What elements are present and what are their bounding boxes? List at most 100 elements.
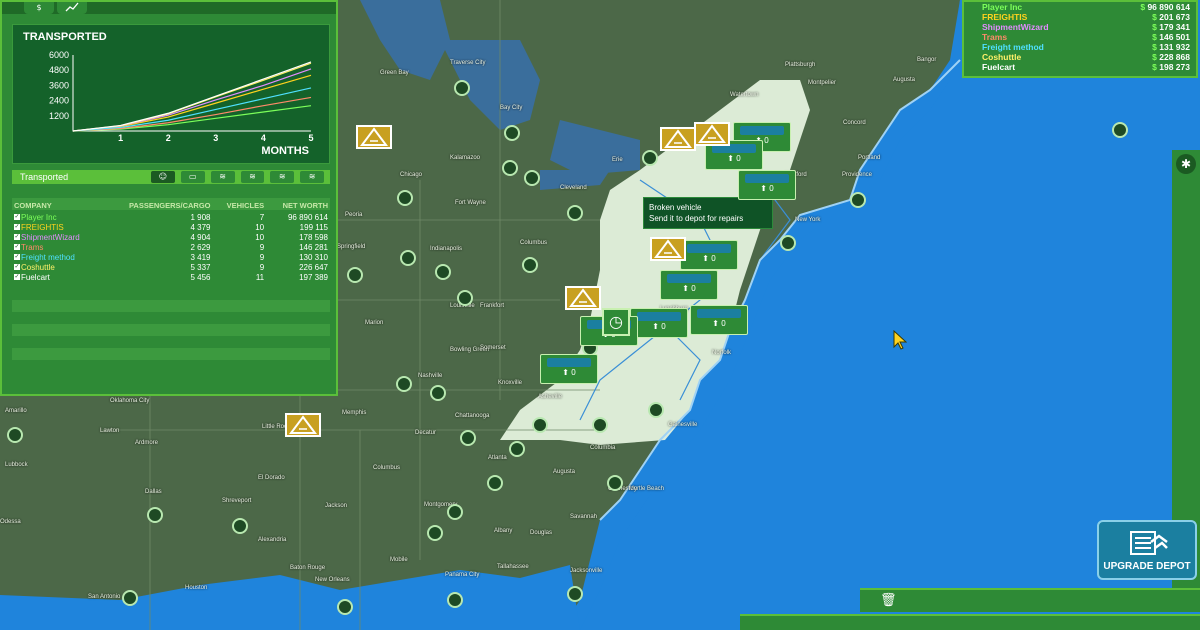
- city-label[interactable]: Mobile: [390, 557, 408, 563]
- city-label[interactable]: Portland: [858, 155, 880, 161]
- city-depot-icon[interactable]: [447, 592, 463, 608]
- city-label[interactable]: Watertown: [730, 92, 758, 98]
- city-label[interactable]: Baton Rouge: [290, 565, 325, 571]
- checkbox-icon[interactable]: ✓: [14, 244, 20, 251]
- city-label[interactable]: Oklahoma City: [110, 398, 149, 404]
- city-label[interactable]: Odessa: [0, 519, 21, 525]
- city-depot-icon[interactable]: [232, 518, 248, 534]
- city-label[interactable]: Houston: [185, 585, 207, 591]
- city-label[interactable]: Somerset: [480, 345, 506, 351]
- city-label[interactable]: Fort Wayne: [455, 200, 486, 206]
- city-depot-icon[interactable]: [509, 441, 525, 457]
- city-depot-icon[interactable]: [850, 192, 866, 208]
- city-label[interactable]: Chicago: [400, 172, 422, 178]
- city-label[interactable]: Plattsburgh: [785, 62, 815, 68]
- checkbox-icon[interactable]: ✓: [14, 234, 20, 241]
- table-row[interactable]: ✓Player Inc 1 908 7 96 890 614: [12, 212, 330, 222]
- warning-icon[interactable]: [565, 286, 601, 310]
- trash-icon[interactable]: 🗑: [880, 593, 897, 608]
- city-label[interactable]: Bangor: [917, 57, 936, 63]
- city-label[interactable]: Dallas: [145, 489, 162, 495]
- city-label[interactable]: Shreveport: [222, 498, 251, 504]
- table-row[interactable]: ✓ShipmentWizard 4 904 10 178 598: [12, 232, 330, 242]
- city-depot-icon[interactable]: [487, 475, 503, 491]
- table-row[interactable]: ✓FREIGHTIS 4 379 10 199 115: [12, 222, 330, 232]
- city-depot-icon[interactable]: [607, 475, 623, 491]
- city-depot-icon[interactable]: [567, 205, 583, 221]
- city-label[interactable]: Columbus: [520, 240, 547, 246]
- city-label[interactable]: Lawton: [100, 428, 119, 434]
- city-depot-icon[interactable]: [427, 525, 443, 541]
- checkbox-icon[interactable]: ✓: [14, 214, 20, 221]
- warning-icon[interactable]: [285, 413, 321, 437]
- city-label[interactable]: Memphis: [342, 410, 366, 416]
- city-label[interactable]: Lubbock: [5, 462, 28, 468]
- city-depot-icon[interactable]: [502, 160, 518, 176]
- city-depot-icon[interactable]: [435, 264, 451, 280]
- city-depot-icon[interactable]: [454, 80, 470, 96]
- city-label[interactable]: Peoria: [345, 212, 362, 218]
- city-label[interactable]: Chattanooga: [455, 413, 489, 419]
- vehicle-badge[interactable]: ⬆ 0: [540, 354, 598, 384]
- checkbox-icon[interactable]: ✓: [14, 264, 20, 271]
- money-tab[interactable]: $: [24, 2, 54, 14]
- city-label[interactable]: Frankfort: [480, 303, 504, 309]
- city-label[interactable]: Albany: [494, 528, 512, 534]
- city-label[interactable]: Jacksonville: [570, 568, 602, 574]
- city-depot-icon[interactable]: [397, 190, 413, 206]
- city-label[interactable]: Norfolk: [712, 350, 731, 356]
- city-label[interactable]: Tallahassee: [497, 564, 529, 570]
- city-label[interactable]: Augusta: [893, 77, 915, 83]
- city-depot-icon[interactable]: [447, 504, 463, 520]
- upgrade-depot-button[interactable]: UPGRADE DEPOT: [1097, 520, 1197, 580]
- city-depot-icon[interactable]: [780, 235, 796, 251]
- city-depot-icon[interactable]: [400, 250, 416, 266]
- city-label[interactable]: Panama City: [445, 572, 479, 578]
- cargo-filter-icon[interactable]: ≋: [240, 171, 265, 183]
- city-label[interactable]: El Dorado: [258, 475, 285, 481]
- city-depot-icon[interactable]: [7, 427, 23, 443]
- table-row[interactable]: ✓Coshuttle 5 337 9 226 647: [12, 262, 330, 272]
- city-label[interactable]: Green Bay: [380, 70, 409, 76]
- table-row[interactable]: ✓Fuelcart 5 456 11 197 389: [12, 272, 330, 282]
- city-label[interactable]: Springfield: [337, 244, 365, 250]
- cargo-filter-icon[interactable]: ≋: [300, 171, 325, 183]
- vehicle-badge[interactable]: ⬆ 0: [690, 305, 748, 335]
- city-label[interactable]: Marion: [365, 320, 383, 326]
- city-depot-icon[interactable]: [430, 385, 446, 401]
- city-label[interactable]: Concord: [843, 120, 866, 126]
- checkbox-icon[interactable]: ✓: [14, 254, 20, 261]
- people-filter-icon[interactable]: ☺: [151, 171, 175, 183]
- vehicle-badge[interactable]: ⬆ 0: [630, 308, 688, 338]
- city-label[interactable]: Indianapolis: [430, 246, 462, 252]
- city-label[interactable]: Montpelier: [808, 80, 836, 86]
- warning-icon[interactable]: [660, 127, 696, 151]
- vehicle-badge[interactable]: ⬆ 0: [660, 270, 718, 300]
- chart-tab-icon[interactable]: [57, 2, 87, 14]
- city-label[interactable]: Jackson: [325, 503, 347, 509]
- clock-icon[interactable]: ◷: [602, 308, 630, 336]
- city-label[interactable]: Bay City: [500, 105, 522, 111]
- city-label[interactable]: Atlanta: [488, 455, 507, 461]
- city-label[interactable]: Erie: [612, 157, 623, 163]
- warning-icon[interactable]: [650, 237, 686, 261]
- city-label[interactable]: Douglas: [530, 530, 552, 536]
- city-label[interactable]: Cleveland: [560, 185, 587, 191]
- city-depot-icon[interactable]: [147, 507, 163, 523]
- warning-icon[interactable]: [356, 125, 392, 149]
- city-label[interactable]: Savannah: [570, 514, 597, 520]
- bus-filter-icon[interactable]: ▭: [180, 171, 205, 183]
- vehicle-badge[interactable]: ⬆ 0: [738, 170, 796, 200]
- city-depot-icon[interactable]: [642, 150, 658, 166]
- city-depot-icon[interactable]: [504, 125, 520, 141]
- city-depot-icon[interactable]: [1112, 122, 1128, 138]
- city-depot-icon[interactable]: [396, 376, 412, 392]
- city-label[interactable]: Asheville: [538, 394, 562, 400]
- city-depot-icon[interactable]: [457, 290, 473, 306]
- city-label[interactable]: Ardmore: [135, 440, 158, 446]
- checkbox-icon[interactable]: ✓: [14, 224, 20, 231]
- city-label[interactable]: Columbus: [373, 465, 400, 471]
- table-row[interactable]: ✓Freight method 3 419 9 130 310: [12, 252, 330, 262]
- city-label[interactable]: Traverse City: [450, 60, 485, 66]
- city-label[interactable]: Columbia: [590, 445, 615, 451]
